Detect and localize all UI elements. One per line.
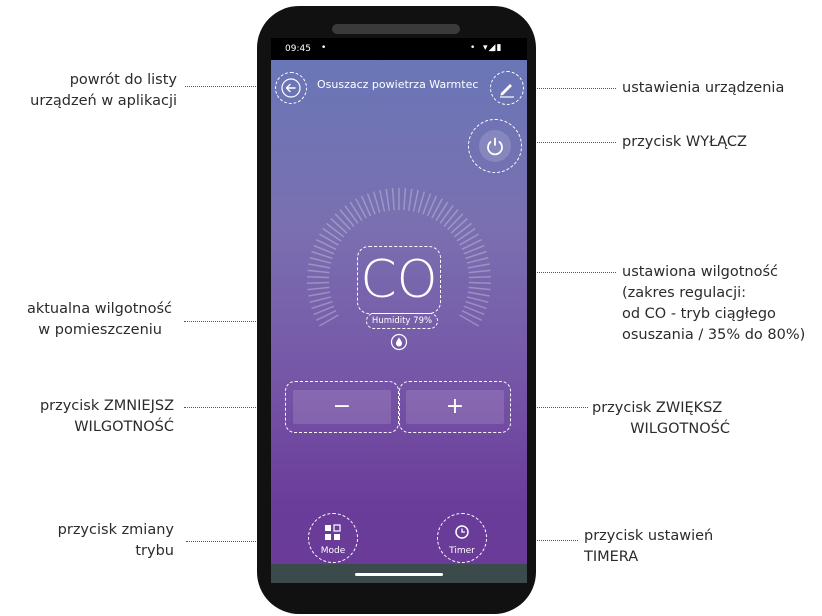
annotation-back-line1: powrót do listy: [69, 72, 177, 88]
annotation-setpoint-line1: ustawiona wilgotność: [622, 264, 779, 280]
home-gesture-bar[interactable]: [355, 573, 443, 576]
dial-tick: [339, 209, 355, 227]
mode-label: Mode: [320, 546, 346, 556]
annotation-decrease: przycisk ZMNIEJSZ WILGOTNOŚĆ: [2, 396, 174, 438]
annotation-back-line2: urządzeń w aplikacji: [30, 93, 177, 109]
annotation-power: przycisk WYŁĄCZ: [622, 132, 747, 153]
increase-humidity-button[interactable]: +: [406, 390, 504, 424]
dial-tick: [344, 205, 359, 224]
annotation-decrease-line1: przycisk ZMNIEJSZ: [39, 398, 174, 414]
dial-tick: [467, 263, 490, 269]
annotation-back: powrót do listy urządzeń w aplikacji: [2, 70, 177, 112]
annotation-power-line1: przycisk WYŁĄCZ: [622, 134, 747, 150]
dial-tick: [309, 257, 332, 264]
annotation-setpoint-line3: od CO - tryb ciągłego: [622, 306, 776, 322]
clock-icon: [455, 525, 469, 539]
dial-tick: [467, 291, 490, 297]
dial-tick: [334, 213, 351, 231]
system-status-icons: ▾◢▮: [483, 43, 503, 53]
dial-tick: [307, 276, 330, 279]
annotation-setpoint: ustawiona wilgotność (zakres regulacji: …: [622, 262, 805, 346]
annotation-current-line2: w pomieszczeniu: [38, 322, 162, 338]
water-drop-icon: [390, 333, 408, 351]
dial-tick: [309, 296, 332, 303]
dial-tick: [308, 263, 331, 269]
annotation-setpoint-line2: (zakres regulacji:: [622, 285, 747, 301]
mode-button[interactable]: Mode: [308, 513, 358, 563]
status-time: 09:45: [285, 44, 311, 54]
annotation-increase-line2: WILGOTNOŚĆ: [630, 421, 730, 437]
timer-button[interactable]: Timer: [437, 513, 487, 563]
annotation-timer-line2: TIMERA: [584, 549, 639, 565]
dial-tick: [447, 213, 464, 231]
humidity-setpoint: CO: [360, 250, 438, 310]
dial-tick: [443, 209, 459, 227]
pencil-icon: [500, 84, 514, 98]
dial-tick: [435, 201, 449, 222]
annotation-mode-line2: trybu: [135, 543, 174, 559]
dial-tick: [403, 188, 407, 211]
dial-tick: [468, 269, 491, 274]
app-screen: 09:45 • • ▾◢▮ Osuszacz powietrza Warmtec…: [271, 38, 527, 583]
annotation-mode-line1: przycisk zmiany: [57, 522, 174, 538]
back-button[interactable]: [275, 72, 307, 104]
status-dot: •: [321, 43, 327, 53]
dial-tick: [466, 296, 489, 303]
dial-tick: [439, 205, 454, 224]
arrow-left-icon: [281, 78, 301, 98]
dial-tick: [322, 227, 342, 242]
dial-tick: [372, 191, 381, 213]
dial-tick: [385, 188, 391, 211]
annotation-increase-line1: przycisk ZWIĘKSZ: [592, 400, 723, 416]
dial-tick: [453, 222, 472, 238]
annotation-current-humidity: aktualna wilgotność w pomieszczeniu: [2, 299, 172, 341]
annotation-current-line1: aktualna wilgotność: [26, 301, 172, 317]
dial-tick: [417, 191, 426, 213]
dial-tick: [326, 222, 345, 238]
current-humidity: Humidity 79%: [371, 316, 433, 326]
dial-tick: [456, 227, 476, 242]
mode-grid-icon: [325, 524, 341, 540]
dial-tick: [391, 188, 395, 211]
annotation-decrease-line2: WILGOTNOŚĆ: [74, 419, 174, 435]
annotation-timer: przycisk ustawień TIMERA: [584, 526, 713, 568]
device-title: Osuszacz powietrza Warmtec: [317, 78, 479, 91]
dial-tick: [468, 276, 491, 279]
status-bar: 09:45 • • ▾◢▮: [271, 38, 527, 60]
dial-tick: [349, 201, 363, 222]
system-nav-bar: [271, 564, 527, 583]
annotation-increase: przycisk ZWIĘKSZ WILGOTNOŚĆ: [592, 398, 730, 440]
dial-tick: [307, 269, 330, 274]
annotation-edit: ustawienia urządzenia: [622, 78, 784, 99]
decrease-humidity-button[interactable]: −: [293, 390, 391, 424]
dial-tick: [308, 291, 331, 297]
edit-button[interactable]: [490, 71, 524, 105]
dial-tick: [468, 281, 491, 284]
dial-tick: [407, 188, 413, 211]
annotation-timer-line1: przycisk ustawień: [584, 528, 714, 544]
dial-tick: [307, 281, 330, 284]
dial-tick: [412, 189, 419, 212]
status-dot-right: •: [470, 43, 476, 53]
dial-tick: [466, 257, 489, 264]
dial-tick: [330, 217, 348, 234]
dial-tick: [379, 189, 386, 212]
dial-tick: [450, 217, 468, 234]
annotation-setpoint-line4: osuszania / 35% do 80%): [622, 327, 806, 343]
annotation-mode: przycisk zmiany trybu: [2, 520, 174, 562]
phone-speaker: [332, 24, 460, 34]
dial-tick: [468, 286, 491, 291]
annotation-edit-line1: ustawienia urządzenia: [622, 80, 785, 96]
leader-edit: [522, 88, 616, 89]
timer-label: Timer: [449, 546, 475, 556]
dial-tick: [307, 286, 330, 291]
